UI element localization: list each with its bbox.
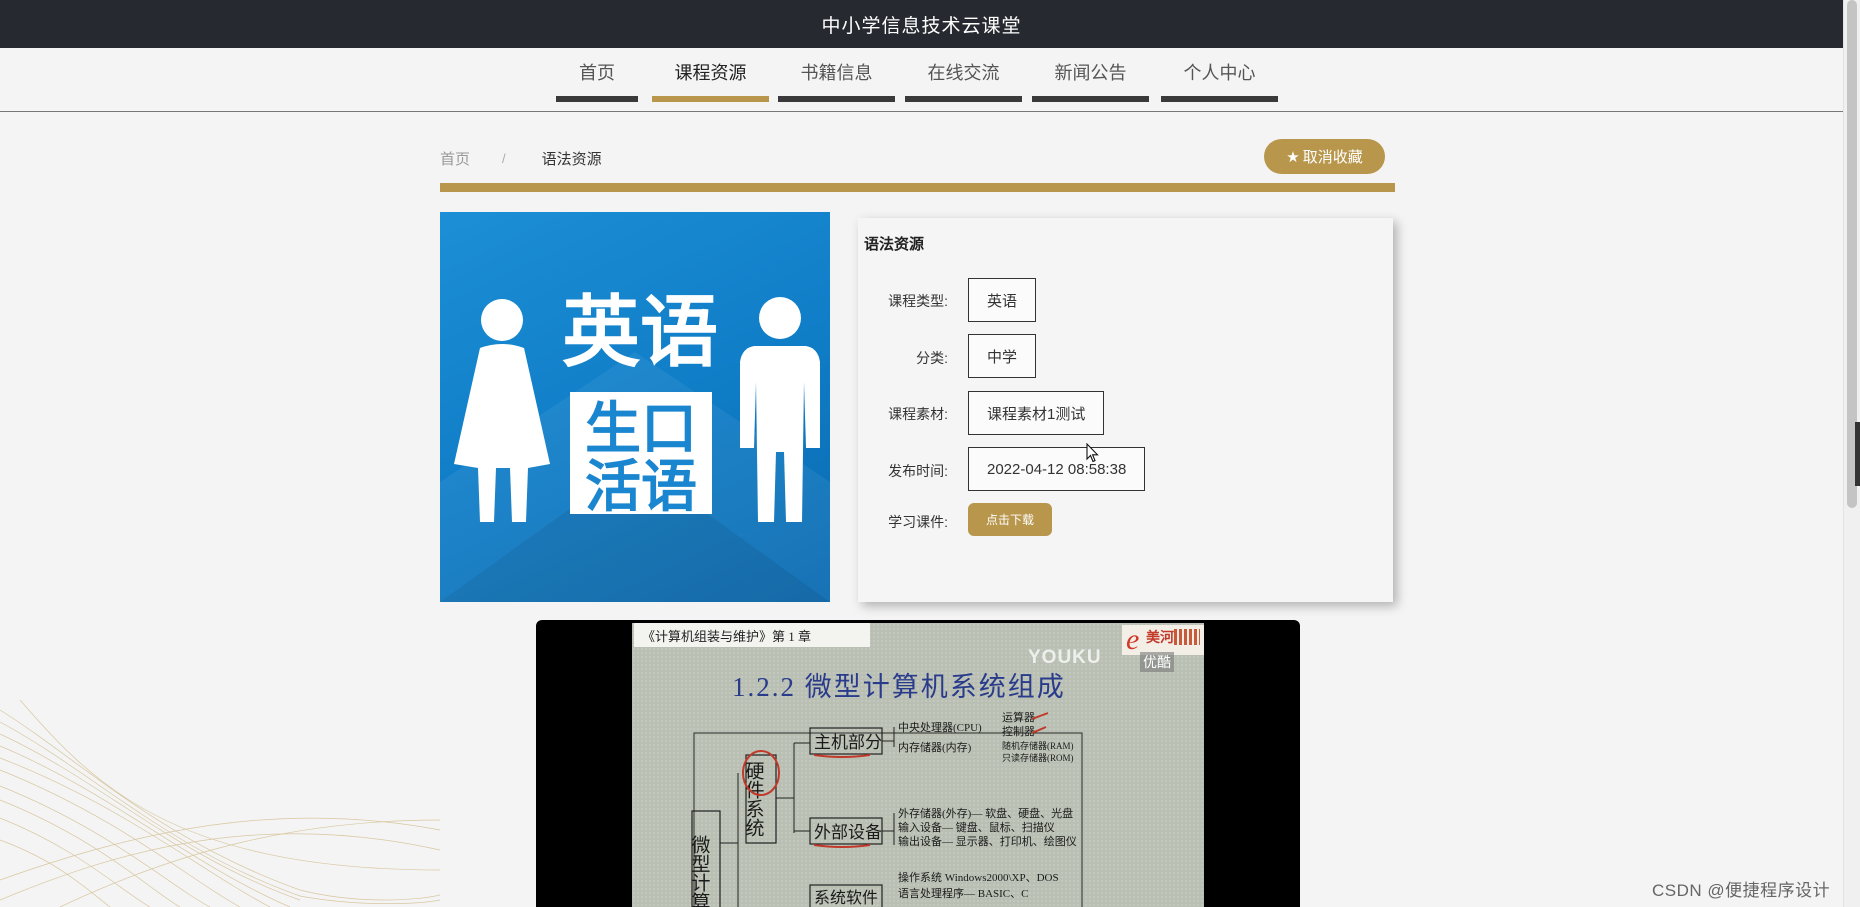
unfavorite-button[interactable]: ★ 取消收藏 [1264, 139, 1385, 174]
field-value-type: 英语 [968, 278, 1037, 322]
field-value-publish-time: 2022-04-12 08:58:38 [968, 447, 1146, 491]
course-cover-image: 英语 生口 活语 [440, 212, 830, 602]
nav-books[interactable]: 书籍信息 [778, 48, 895, 102]
cover-text-english: 英语 [562, 288, 718, 378]
site-title: 中小学信息技术云课堂 [821, 15, 1022, 37]
csdn-watermark: CSDN @便捷程序设计 [1652, 881, 1831, 900]
nav-home[interactable]: 首页 [556, 48, 638, 102]
section-divider [440, 183, 1395, 192]
male-female-figures-icon: 英语 生口 活语 [440, 288, 830, 602]
diagram-output: 输出设备— 显示器、打印机、绘图仪 [898, 834, 1077, 848]
diagram-memory: 内存储器(内存) [898, 740, 972, 754]
diagram-peripheral: 外部设备 [814, 823, 882, 842]
field-label-courseware: 学习课件: [888, 514, 948, 530]
breadcrumb-separator: / [502, 150, 506, 166]
nav-online-chat[interactable]: 在线交流 [905, 48, 1022, 102]
nav-course-resources[interactable]: 课程资源 [652, 48, 769, 102]
field-value-category: 中学 [968, 334, 1037, 378]
diagram-hardware: 硬件系统 [743, 761, 765, 837]
main-nav: 首页 课程资源 书籍信息 在线交流 新闻公告 个人中心 [0, 48, 1843, 112]
star-icon: ★ [1286, 148, 1300, 166]
diagram-ext-storage: 外存储器(外存)— 软盘、硬盘、光盘 [898, 806, 1073, 820]
download-button[interactable]: 点击下载 [968, 503, 1052, 536]
diagram-root: 微型计算机 [689, 835, 711, 907]
diagram-lang: 语言处理程序— BASIC、C [898, 886, 1029, 900]
video-frame: 《计算机组装与维护》第 1 章 e 美河 YOUKU 优酷 1.2.2 微型计算… [632, 623, 1204, 907]
field-label-publish-time: 发布时间: [888, 463, 948, 479]
diagram-alu: 运算器 [1002, 710, 1035, 724]
side-edge-tab [1855, 422, 1860, 486]
site-header: 中小学信息技术云课堂 [0, 0, 1843, 48]
diagram-input: 输入设备— 键盘、鼠标、扫描仪 [898, 820, 1055, 834]
breadcrumb-current: 语法资源 [541, 150, 602, 168]
course-title: 语法资源 [864, 236, 925, 253]
diagram-cpu: 中央处理器(CPU) [898, 721, 982, 734]
diagram-host: 主机部分 [814, 733, 882, 752]
mouse-cursor-icon [1086, 443, 1099, 463]
video-player[interactable]: 《计算机组装与维护》第 1 章 e 美河 YOUKU 优酷 1.2.2 微型计算… [536, 620, 1300, 907]
breadcrumb: 首页 / 语法资源 [440, 143, 602, 173]
breadcrumb-home[interactable]: 首页 [440, 148, 470, 169]
field-label-material: 课程素材: [888, 406, 948, 422]
diagram-rom: 只读存储器(ROM) [1002, 752, 1074, 763]
unfavorite-label: 取消收藏 [1302, 149, 1363, 166]
diagram-ram: 随机存储器(RAM) [1002, 740, 1074, 751]
nav-user-center[interactable]: 个人中心 [1161, 48, 1278, 102]
cover-text-line2b: 活语 [585, 455, 697, 520]
field-label-category: 分类: [916, 350, 948, 366]
computer-system-diagram: 微型计算机 硬件系统 主机部分 外部设备 中央处理器(CPU) 内存储器(内存)… [689, 710, 1083, 907]
diagram-cu: 控制器 [1002, 724, 1035, 738]
cover-text-line2a: 生口 [585, 397, 697, 462]
diagram-os: 操作系统 Windows2000\XP、DOS [898, 870, 1059, 884]
diagram-software: 系统软件 [814, 889, 878, 907]
nav-news[interactable]: 新闻公告 [1032, 48, 1149, 102]
field-value-material: 课程素材1测试 [968, 391, 1105, 435]
decorative-wave-pattern [0, 700, 440, 907]
field-label-type: 课程类型: [888, 293, 948, 309]
